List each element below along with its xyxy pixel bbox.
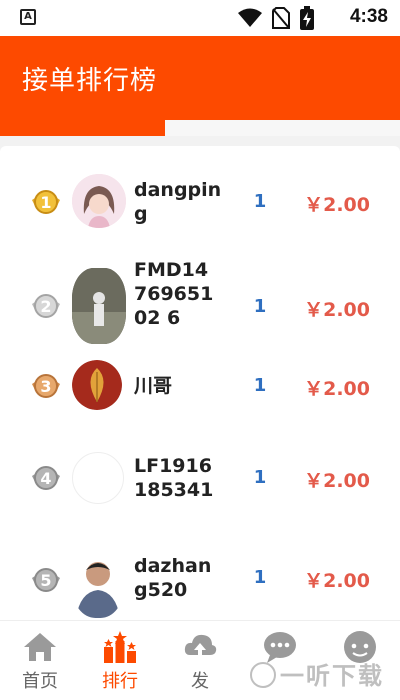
order-amount: ￥2.00 (304, 299, 370, 321)
status-icons (238, 6, 314, 30)
order-amount: ￥2.00 (304, 194, 370, 216)
publish-icon (184, 634, 217, 659)
avatar[interactable] (72, 174, 126, 228)
avatar-image (72, 550, 124, 618)
avatar-image (72, 360, 122, 410)
watermark-logo-icon (250, 662, 276, 688)
user-name: dazhang520 (134, 555, 212, 601)
silver-medal-icon: 2 (32, 294, 60, 318)
home-icon (24, 633, 56, 661)
ranking-icon (104, 631, 136, 663)
status-time: 4:38 (349, 6, 388, 27)
medal-rank: 1 (40, 193, 51, 212)
tab-indicator (0, 120, 165, 136)
battery-charging-icon (300, 6, 314, 30)
user-name: FMD1476965102 6 (134, 259, 214, 329)
nav-home-label: 首页 (22, 671, 58, 692)
nav-ranking[interactable]: 排行 (80, 621, 160, 700)
user-name: 川哥 (134, 375, 173, 397)
ranking-row[interactable]: 2 FMD1476965102 6 1 ￥2.00 (0, 256, 400, 356)
app-header: 接单排行榜 (0, 36, 400, 120)
wifi-icon (238, 8, 262, 27)
order-count: 1 (253, 567, 267, 588)
user-name: dangping (134, 179, 222, 225)
nav-home[interactable]: 首页 (0, 621, 80, 700)
ranking-row[interactable]: 3 川哥 1 ￥2.00 (0, 356, 400, 416)
medal-rank: 5 (40, 571, 51, 590)
ranking-row[interactable]: 1 dangping 1 ￥2.00 (0, 162, 400, 242)
ranking-row[interactable]: 5 dazhang520 1 ￥2.00 (0, 542, 400, 620)
avatar[interactable] (72, 550, 124, 618)
nav-publish-label: 发 (191, 671, 209, 692)
ranking-list: 1 dangping 1 ￥2.00 2 FMD1476965102 6 1 ￥… (0, 146, 400, 620)
avatar[interactable] (72, 452, 124, 504)
order-count: 1 (253, 296, 267, 317)
bronze-medal-icon: 3 (32, 374, 60, 398)
avatar[interactable] (72, 268, 126, 344)
nav-ranking-label: 排行 (102, 671, 138, 692)
medal-5-icon: 5 (32, 568, 60, 592)
medal-rank: 2 (40, 297, 51, 316)
status-bar: A 4:38 (0, 0, 400, 36)
watermark: 一听下载 (250, 656, 384, 691)
no-sim-icon (272, 7, 290, 29)
watermark-text: 一听下载 (280, 662, 384, 690)
avatar[interactable] (72, 360, 122, 410)
medal-rank: 4 (40, 469, 51, 488)
medal-4-icon: 4 (32, 466, 60, 490)
page-title: 接单排行榜 (22, 66, 158, 96)
order-amount: ￥2.00 (304, 378, 370, 400)
app-badge-icon: A (20, 9, 36, 25)
order-amount: ￥2.00 (304, 470, 370, 492)
nav-publish[interactable]: 发 (160, 621, 240, 700)
order-count: 1 (253, 467, 267, 488)
gold-medal-icon: 1 (32, 190, 60, 214)
tab-strip[interactable] (0, 120, 400, 136)
user-name: LF1916185341 (134, 455, 214, 501)
order-count: 1 (253, 191, 267, 212)
order-count: 1 (253, 375, 267, 396)
order-amount: ￥2.00 (304, 570, 370, 592)
avatar-image (72, 268, 126, 344)
avatar-image (72, 174, 126, 228)
medal-rank: 3 (40, 377, 51, 396)
ranking-row[interactable]: 4 LF1916185341 1 ￥2.00 (0, 436, 400, 522)
